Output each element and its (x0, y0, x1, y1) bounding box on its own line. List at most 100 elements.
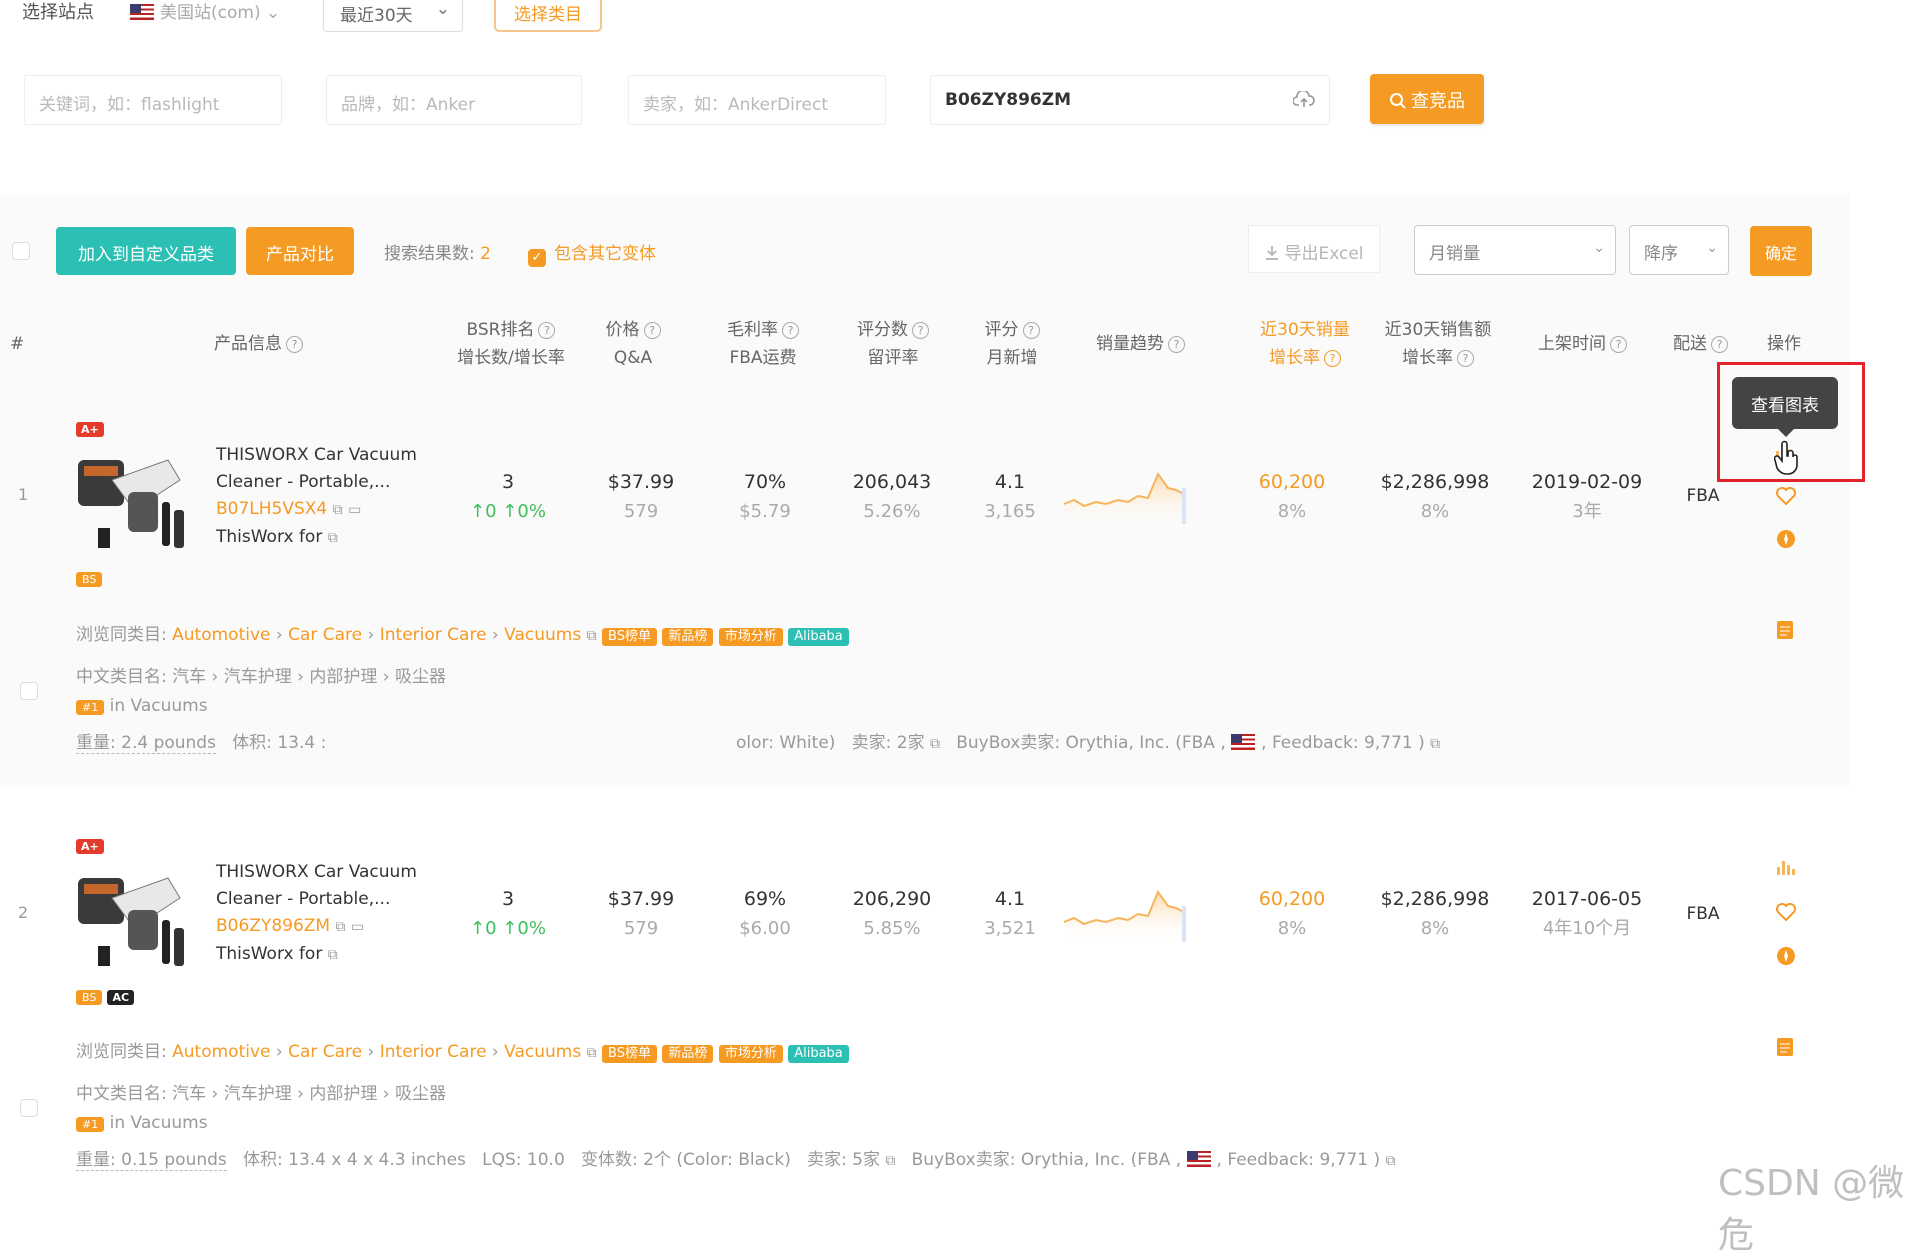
delivery: FBA (1686, 486, 1720, 506)
compass-icon[interactable] (1776, 529, 1796, 549)
bs-list-tag[interactable]: BS榜单 (602, 628, 657, 646)
header-margin-label: 毛利率 (727, 320, 778, 340)
header-revenue30[interactable]: 近30天销售额 增长率? (1378, 316, 1498, 372)
header-actions: 操作 (1767, 334, 1801, 354)
header-sales30[interactable]: 近30天销量 增长率? (1250, 316, 1360, 372)
comment-icon[interactable]: ▭ (351, 919, 364, 935)
alibaba-tag[interactable]: Alibaba (788, 1045, 849, 1063)
row-checkbox[interactable] (20, 1099, 38, 1117)
seller-input[interactable]: 卖家，如：AnkerDirect (628, 75, 886, 125)
document-icon[interactable] (1776, 620, 1794, 640)
header-bsr[interactable]: BSR排名? 增长数/增长率 (446, 316, 576, 372)
export-excel-button[interactable]: 导出Excel (1248, 225, 1380, 273)
product-image[interactable] (72, 858, 192, 973)
product-title-1[interactable]: THISWORX Car Vacuum (216, 442, 446, 469)
product-title-1[interactable]: THISWORX Car Vacuum (216, 859, 446, 886)
buybox-seller[interactable]: BuyBox卖家: Orythia, Inc. (FBA , (956, 733, 1226, 753)
select-all-checkbox[interactable] (12, 242, 30, 260)
sort-order-select[interactable]: 降序 ⌄ (1629, 225, 1729, 275)
new-list-tag[interactable]: 新品榜 (662, 628, 714, 646)
new-list-tag[interactable]: 新品榜 (662, 1045, 714, 1063)
help-icon[interactable]: ? (1324, 350, 1341, 367)
external-link-icon[interactable]: ⧉ (930, 736, 940, 752)
bs-list-tag[interactable]: BS榜单 (602, 1045, 657, 1063)
include-variants-checkbox[interactable]: ✓ 包含其它变体 (528, 239, 656, 267)
sort-field-select[interactable]: 月销量 ⌄ (1414, 225, 1616, 275)
header-trend[interactable]: 销量趋势? (1096, 330, 1185, 358)
market-analysis-tag[interactable]: 市场分析 (718, 1045, 783, 1063)
cloud-upload-icon[interactable] (1293, 91, 1315, 109)
document-icon[interactable] (1776, 1037, 1794, 1057)
browse-category-link[interactable]: Automotive (172, 625, 270, 645)
buybox-seller[interactable]: BuyBox卖家: Orythia, Inc. (FBA , (912, 1150, 1182, 1170)
row-checkbox[interactable] (20, 682, 38, 700)
browse-category-link[interactable]: Vacuums (504, 625, 581, 645)
header-delivery[interactable]: 配送? (1673, 330, 1728, 358)
rank-badge: #1 (76, 700, 105, 715)
browse-category-link[interactable]: Car Care (288, 1042, 362, 1062)
query-competitors-button[interactable]: 查竞品 (1370, 74, 1484, 124)
browse-category-link[interactable]: Interior Care (380, 1042, 487, 1062)
header-margin[interactable]: 毛利率? FBA运费 (718, 316, 808, 372)
add-custom-category-button[interactable]: 加入到自定义品类 (56, 227, 236, 275)
help-icon[interactable]: ? (538, 322, 556, 339)
sales-trend-sparkline[interactable] (1062, 466, 1192, 526)
product-image[interactable] (72, 440, 192, 555)
us-flag-icon (130, 4, 154, 20)
help-icon[interactable]: ? (1711, 336, 1728, 353)
check-icon: ✓ (528, 249, 546, 267)
help-icon[interactable]: ? (1022, 322, 1040, 339)
asin-link[interactable]: B07LH5VSX4 (216, 499, 327, 519)
date-range-select[interactable]: 最近30天 ⌄ (323, 0, 463, 32)
help-icon[interactable]: ? (286, 336, 303, 353)
compare-products-button[interactable]: 产品对比 (246, 227, 354, 275)
comment-icon[interactable]: ▭ (348, 502, 361, 518)
review-count: 206,043 (852, 471, 932, 493)
cn-label: 中文类目名: (76, 1084, 167, 1104)
heart-icon[interactable] (1775, 486, 1797, 506)
browse-category-link[interactable]: Car Care (288, 625, 362, 645)
external-link-icon[interactable]: ⧉ (328, 947, 338, 963)
help-icon[interactable]: ? (643, 322, 661, 339)
asin-link[interactable]: B06ZY896ZM (216, 916, 330, 936)
compass-icon[interactable] (1776, 946, 1796, 966)
browse-category-link[interactable]: Automotive (172, 1042, 270, 1062)
bar-chart-icon[interactable] (1775, 857, 1797, 877)
help-icon[interactable]: ? (1168, 336, 1185, 353)
help-icon[interactable]: ? (1457, 350, 1474, 367)
header-price[interactable]: 价格? Q&A (598, 316, 668, 372)
help-icon[interactable]: ? (1610, 336, 1627, 353)
sales30: 60,200 (1258, 471, 1326, 493)
external-link-icon[interactable]: ⧉ (1386, 1153, 1396, 1169)
confirm-button[interactable]: 确定 (1750, 226, 1812, 276)
product-title-2[interactable]: Cleaner - Portable,... (216, 886, 446, 913)
select-category-button[interactable]: 选择类目 (494, 0, 602, 32)
results-number: 2 (480, 244, 491, 264)
sales-trend-sparkline[interactable] (1062, 884, 1192, 944)
bsr-rank: 3 (501, 471, 515, 493)
header-reviews[interactable]: 评分数? 留评率 (848, 316, 938, 372)
external-link-icon[interactable]: ⧉ (587, 1045, 597, 1061)
external-link-icon[interactable]: ⧉ (328, 530, 338, 546)
browse-label: 浏览同类目: (76, 625, 167, 645)
bsr-cell: 3 ↑0 ↑0% (446, 885, 570, 943)
external-link-icon[interactable]: ⧉ (333, 502, 343, 518)
browse-category-link[interactable]: Vacuums (504, 1042, 581, 1062)
header-rating[interactable]: 评分? 月新增 (972, 316, 1052, 372)
help-icon[interactable]: ? (782, 322, 799, 339)
external-link-icon[interactable]: ⧉ (587, 628, 597, 644)
alibaba-tag[interactable]: Alibaba (788, 628, 849, 646)
asin-input[interactable]: B06ZY896ZM (930, 75, 1330, 125)
external-link-icon[interactable]: ⧉ (885, 1153, 895, 1169)
header-launch[interactable]: 上架时间? (1538, 330, 1627, 358)
site-select[interactable]: 美国站(com) ⌄ (130, 0, 280, 23)
brand-input[interactable]: 品牌，如：Anker (326, 75, 582, 125)
external-link-icon[interactable]: ⧉ (336, 919, 346, 935)
heart-icon[interactable] (1775, 902, 1797, 922)
help-icon[interactable]: ? (912, 322, 929, 339)
keyword-input[interactable]: 关键词，如：flashlight (24, 75, 282, 125)
market-analysis-tag[interactable]: 市场分析 (718, 628, 783, 646)
external-link-icon[interactable]: ⧉ (1430, 736, 1440, 752)
product-title-2[interactable]: Cleaner - Portable,... (216, 469, 446, 496)
browse-category-link[interactable]: Interior Care (380, 625, 487, 645)
